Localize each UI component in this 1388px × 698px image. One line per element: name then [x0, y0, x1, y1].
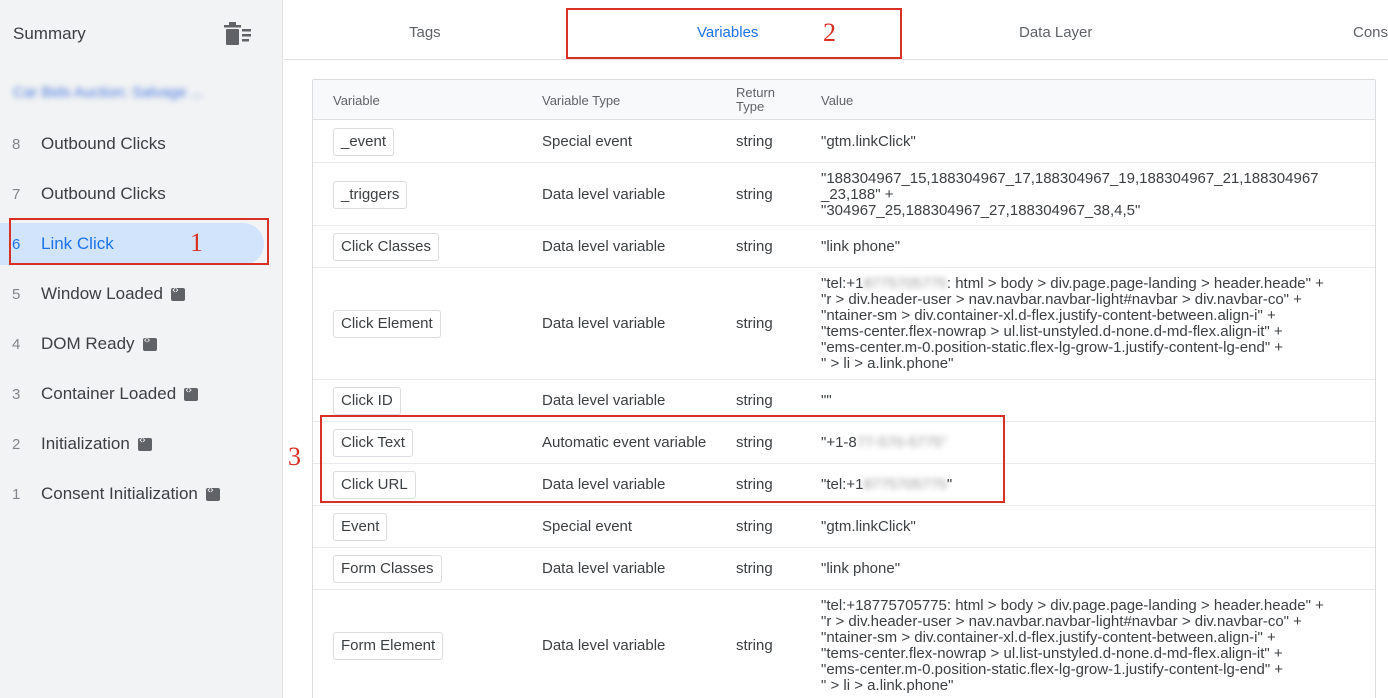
annotation-number-1: 1	[190, 228, 203, 257]
annotation-number-2: 2	[823, 18, 836, 47]
variable-value: "gtm.linkClick"	[821, 518, 916, 535]
variable-value: "link phone"	[821, 238, 901, 255]
table-header: Variable Variable Type Return Type Value	[313, 80, 1375, 120]
variable-type: Data level variable	[542, 637, 666, 654]
variable-value: "tel:+18775705775: html > body > div.pag…	[821, 275, 1324, 372]
variable-value: "tel:+18775705775: html > body > div.pag…	[821, 597, 1324, 694]
event-label: Outbound Clicks	[41, 134, 166, 153]
variable-type: Data level variable	[542, 315, 666, 332]
event-label: Container Loaded	[41, 384, 199, 404]
code-badge-icon	[142, 335, 157, 351]
table-row: Event Special event string "gtm.linkClick"	[313, 506, 1375, 548]
table-row: _triggers Data level variable string "18830…	[313, 163, 1375, 226]
variable-value: "188304967_15,188304967_17,188304967_19,…	[821, 170, 1319, 219]
sidebar-header: Summary	[0, 0, 283, 68]
return-type: string	[736, 637, 773, 654]
event-number: 3	[12, 385, 21, 403]
return-type: string	[736, 392, 773, 409]
sidebar-event-item[interactable]: 4 DOM Ready	[0, 319, 283, 369]
return-type: string	[736, 518, 773, 535]
variable-type: Data level variable	[542, 560, 666, 577]
event-label: Consent Initialization	[41, 484, 220, 504]
annotation-box-1	[9, 218, 269, 265]
variables-table: Variable Variable Type Return Type Value…	[312, 79, 1376, 698]
return-type: string	[736, 186, 773, 203]
sidebar: Summary Car Bids Auction: Salvage ... 8 O…	[0, 0, 283, 698]
event-number: 7	[12, 185, 21, 203]
sidebar-event-item[interactable]: 7 Outbound Clicks	[0, 169, 283, 219]
variable-type: Special event	[542, 133, 633, 150]
return-type: string	[736, 560, 773, 577]
header-variable-type: Variable Type	[542, 93, 621, 108]
sidebar-event-item[interactable]: 1 Consent Initialization	[0, 469, 283, 519]
variable-name-chip[interactable]: _triggers	[333, 181, 408, 209]
sidebar-event-item[interactable]: 8 Outbound Clicks	[0, 119, 283, 169]
variable-type: Data level variable	[542, 392, 666, 409]
variable-value: "link phone"	[821, 560, 901, 577]
table-row: Form Element Data level variable string "te…	[313, 590, 1375, 698]
event-label: DOM Ready	[41, 334, 157, 354]
variable-type: Data level variable	[542, 186, 666, 203]
variable-name-chip[interactable]: Click Classes	[333, 233, 440, 261]
sidebar-event-item[interactable]: 3 Container Loaded	[0, 369, 283, 419]
code-badge-icon	[184, 385, 199, 401]
tab-data-layer[interactable]: Data Layer	[1019, 24, 1092, 41]
table-row: Form Classes Data level variable string "li…	[313, 548, 1375, 590]
annotation-box-2	[566, 8, 902, 59]
variable-name-chip[interactable]: Click Element	[333, 310, 441, 338]
code-badge-icon	[170, 285, 185, 301]
event-label: Outbound Clicks	[41, 184, 166, 203]
table-row: Click Element Data level variable string "t…	[313, 268, 1375, 380]
summary-title[interactable]: Summary	[13, 24, 86, 44]
event-label: Initialization	[41, 434, 152, 454]
variable-name-chip[interactable]: _event	[333, 128, 395, 156]
code-badge-icon	[137, 435, 152, 451]
annotation-number-3: 3	[288, 442, 301, 471]
event-number: 4	[12, 335, 21, 353]
return-type: string	[736, 315, 773, 332]
variable-name-chip[interactable]: Click ID	[333, 387, 401, 415]
container-site-name[interactable]: Car Bids Auction: Salvage ...	[13, 84, 203, 101]
return-type: string	[736, 238, 773, 255]
sidebar-event-item[interactable]: 2 Initialization	[0, 419, 283, 469]
code-badge-icon	[205, 485, 220, 501]
table-row: Click Classes Data level variable string "l…	[313, 226, 1375, 268]
header-return-type: Return Type	[736, 85, 776, 114]
table-row: _event Special event string "gtm.linkClick"	[313, 121, 1375, 163]
event-number: 1	[12, 485, 21, 503]
event-number: 8	[12, 135, 21, 153]
sidebar-event-item[interactable]: 5 Window Loaded	[0, 269, 283, 319]
annotation-box-3	[320, 415, 1005, 503]
event-number: 5	[12, 285, 21, 303]
variable-value: "gtm.linkClick"	[821, 133, 916, 150]
tab-consent[interactable]: Cons	[1353, 24, 1388, 41]
event-number: 2	[12, 435, 21, 453]
header-variable: Variable	[333, 93, 380, 108]
variable-name-chip[interactable]: Form Classes	[333, 555, 442, 583]
clear-messages-icon[interactable]	[224, 22, 252, 46]
variable-type: Data level variable	[542, 238, 666, 255]
tab-tags[interactable]: Tags	[409, 24, 441, 41]
header-value: Value	[821, 93, 854, 108]
variable-name-chip[interactable]: Event	[333, 513, 388, 541]
variable-value: ""	[821, 392, 832, 409]
return-type: string	[736, 133, 773, 150]
variable-type: Special event	[542, 518, 633, 535]
event-label: Window Loaded	[41, 284, 185, 304]
variable-name-chip[interactable]: Form Element	[333, 632, 444, 660]
